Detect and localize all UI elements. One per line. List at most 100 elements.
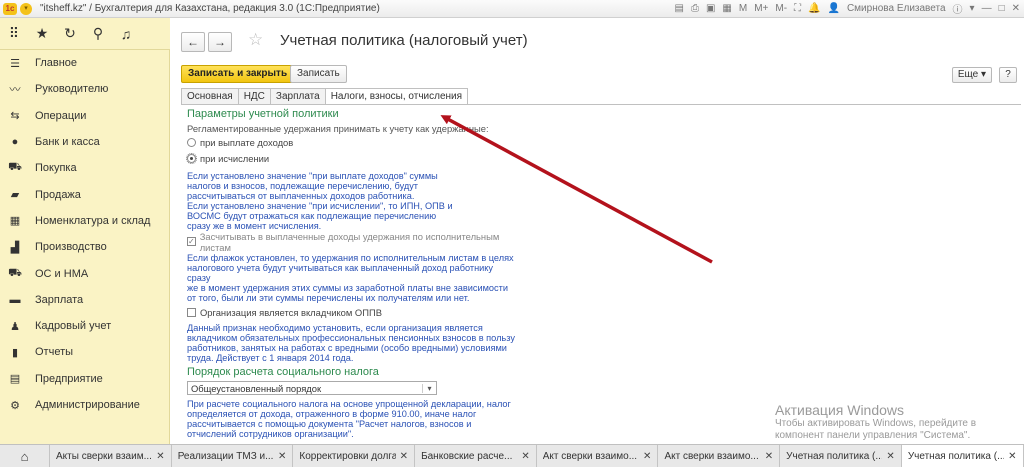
save-icon[interactable]: ▣ xyxy=(706,3,715,14)
1c-logo-icon[interactable]: 1с xyxy=(3,2,17,15)
radio-on-payment[interactable]: при выплате доходов xyxy=(187,136,517,149)
hint-oppv: Данный признак необходимо установить, ес… xyxy=(187,323,515,363)
settings-menu-icon[interactable]: ▾ xyxy=(970,3,975,14)
save-button[interactable]: Записать xyxy=(290,65,347,83)
back-button[interactable]: ← xyxy=(181,32,205,52)
sidebar-item-sales[interactable]: ▰ Продажа xyxy=(0,181,169,207)
close-tab-icon[interactable]: ✕ xyxy=(765,451,773,462)
tab-salary[interactable]: Зарплата xyxy=(269,88,326,104)
forward-button[interactable]: → xyxy=(208,32,232,52)
fullscreen-icon[interactable]: ⛶ xyxy=(794,3,801,14)
scrollbar[interactable] xyxy=(1012,108,1020,438)
more-button[interactable]: Еще ▾ xyxy=(951,67,992,83)
open-windows-bar: ⌂ Акты сверки взаим... ✕ Реализации ТМЗ и… xyxy=(0,444,1024,467)
bottom-tab[interactable]: Акт сверки взаимо... ✕ xyxy=(537,445,659,467)
reports-icon: ▮ xyxy=(11,346,19,359)
title-bar: 1с ▾ "itsheff.kz" / Бухгалтерия для Каза… xyxy=(0,0,1024,18)
m-minus-icon[interactable]: M- xyxy=(775,3,787,14)
close-tab-icon[interactable]: ✕ xyxy=(1008,451,1016,462)
history-icon[interactable]: ↻ xyxy=(56,25,84,42)
close-tab-icon[interactable]: ✕ xyxy=(643,451,651,462)
salary-icon: ▬ xyxy=(9,293,21,306)
radio-on-calc[interactable]: при исчислении xyxy=(186,152,517,165)
sidebar-item-operations[interactable]: ⇆ Операции xyxy=(0,103,169,129)
bottom-tab[interactable]: Учетная политика (... ✕ xyxy=(780,445,902,467)
bell-icon[interactable]: ♫ xyxy=(112,26,140,42)
chart-icon: 〰 xyxy=(9,84,21,97)
tab-taxes[interactable]: Налоги, взносы, отчисления xyxy=(324,88,469,105)
sidebar-item-bank[interactable]: ● Банк и касса xyxy=(0,129,169,155)
sidebar-item-purchase[interactable]: ⛟ Покупка xyxy=(0,155,169,181)
operations-icon: ⇆ xyxy=(10,110,20,123)
form-title: Учетная политика (налоговый учет) xyxy=(280,32,528,49)
search-icon[interactable]: ⚲ xyxy=(84,25,112,42)
section-title-social-tax: Порядок расчета социального налога xyxy=(187,366,379,378)
sidebar-item-assets[interactable]: ⛟ ОС и НМА xyxy=(0,260,169,286)
bottom-tab[interactable]: Банковские расче... ✕ xyxy=(415,445,537,467)
home-icon[interactable]: ⌂ xyxy=(0,445,50,467)
info-icon[interactable]: ⓘ xyxy=(953,1,963,16)
sidebar-item-production[interactable]: ▟ Производство xyxy=(0,234,169,260)
form-tabs: Основная НДС Зарплата Налоги, взносы, от… xyxy=(181,88,469,105)
tab-main[interactable]: Основная xyxy=(181,88,239,104)
top-icon-bar: ⠿ ★ ↻ ⚲ ♫ xyxy=(0,18,170,50)
sidebar-item-warehouse[interactable]: ▦ Номенклатура и склад xyxy=(0,208,169,234)
withhold-label: Регламентированные удержания принимать к… xyxy=(187,123,489,134)
close-icon[interactable]: ✕ xyxy=(1012,3,1020,14)
m-icon[interactable]: M xyxy=(739,3,747,14)
bag-icon: ▰ xyxy=(10,189,20,202)
help-button[interactable]: ? xyxy=(999,67,1017,83)
bottom-tab-active[interactable]: Учетная политика (... ✕ xyxy=(901,445,1024,467)
user-icon: 👤 xyxy=(827,3,840,14)
truck-icon: ⛟ xyxy=(8,266,22,279)
windows-activation-notice: Активация Windows Чтобы активировать Win… xyxy=(775,402,977,441)
star-icon[interactable]: ★ xyxy=(28,25,56,42)
tab-content: Параметры учетной политики Регламентиров… xyxy=(186,108,517,439)
section-title-params: Параметры учетной политики xyxy=(187,108,339,120)
sidebar-item-enterprise[interactable]: ▤ Предприятие xyxy=(0,366,169,392)
bottom-tab[interactable]: Реализации ТМЗ и... ✕ xyxy=(172,445,294,467)
bottom-tab[interactable]: Акты сверки взаим... ✕ xyxy=(50,445,172,467)
bell-small-icon[interactable]: 🔔 xyxy=(808,3,820,14)
bank-icon: ● xyxy=(11,136,19,149)
calendar-icon[interactable]: ▦ xyxy=(722,3,731,14)
sidebar-item-admin[interactable]: ⚙ Администрирование xyxy=(0,392,169,418)
check-exec-lists[interactable]: ✓ Засчитывать в выплаченные доходы удержа… xyxy=(187,231,517,253)
close-tab-icon[interactable]: ✕ xyxy=(278,451,286,462)
minimize-icon[interactable]: — xyxy=(982,3,992,14)
close-tab-icon[interactable]: ✕ xyxy=(156,451,164,462)
hint-withhold: Если установлено значение "при выплате д… xyxy=(187,171,453,231)
close-tab-icon[interactable]: ✕ xyxy=(886,451,894,462)
maximize-icon[interactable]: □ xyxy=(999,3,1005,14)
menu-icon: ☰ xyxy=(10,57,20,70)
sidebar-item-hr[interactable]: ♟ Кадровый учет xyxy=(0,313,169,339)
favorite-star-icon[interactable]: ☆ xyxy=(248,30,263,50)
checkbox-checked-icon[interactable]: ✓ xyxy=(187,237,196,246)
sidebar-item-manager[interactable]: 〰 Руководителю xyxy=(0,76,169,102)
social-tax-select[interactable]: Общеустановленный порядок ▾ xyxy=(187,381,437,395)
close-tab-icon[interactable]: ✕ xyxy=(521,451,529,462)
factory-icon: ▟ xyxy=(10,241,20,254)
tab-divider xyxy=(181,104,1021,105)
save-close-button[interactable]: Записать и закрыть xyxy=(181,65,295,83)
checkbox-icon[interactable] xyxy=(187,308,196,317)
apps-icon[interactable]: ⠿ xyxy=(0,25,28,42)
bottom-tab[interactable]: Корректировки долга ✕ xyxy=(293,445,416,467)
file-icon[interactable]: ▤ xyxy=(675,3,684,14)
main-menu-icon[interactable]: ▾ xyxy=(20,2,32,15)
chevron-down-icon[interactable]: ▾ xyxy=(422,383,436,393)
m-plus-icon[interactable]: M+ xyxy=(754,3,768,14)
cart-icon: ⛟ xyxy=(8,161,22,174)
check-oppv[interactable]: Организация является вкладчиком ОППВ xyxy=(187,306,517,319)
radio-selected-icon[interactable] xyxy=(186,153,197,164)
close-tab-icon[interactable]: ✕ xyxy=(400,451,408,462)
hint-social-tax: При расчете социального налога на основе… xyxy=(187,399,511,439)
print-icon[interactable]: ⎙ xyxy=(691,3,699,14)
sidebar-item-salary[interactable]: ▬ Зарплата xyxy=(0,287,169,313)
sidebar-item-main[interactable]: ☰ Главное xyxy=(0,50,169,76)
tab-vat[interactable]: НДС xyxy=(237,88,271,104)
user-name[interactable]: Смирнова Елизавета xyxy=(847,3,946,14)
sidebar-item-reports[interactable]: ▮ Отчеты xyxy=(0,339,169,365)
bottom-tab[interactable]: Акт сверки взаимо... ✕ xyxy=(658,445,781,467)
radio-icon[interactable] xyxy=(187,138,196,147)
